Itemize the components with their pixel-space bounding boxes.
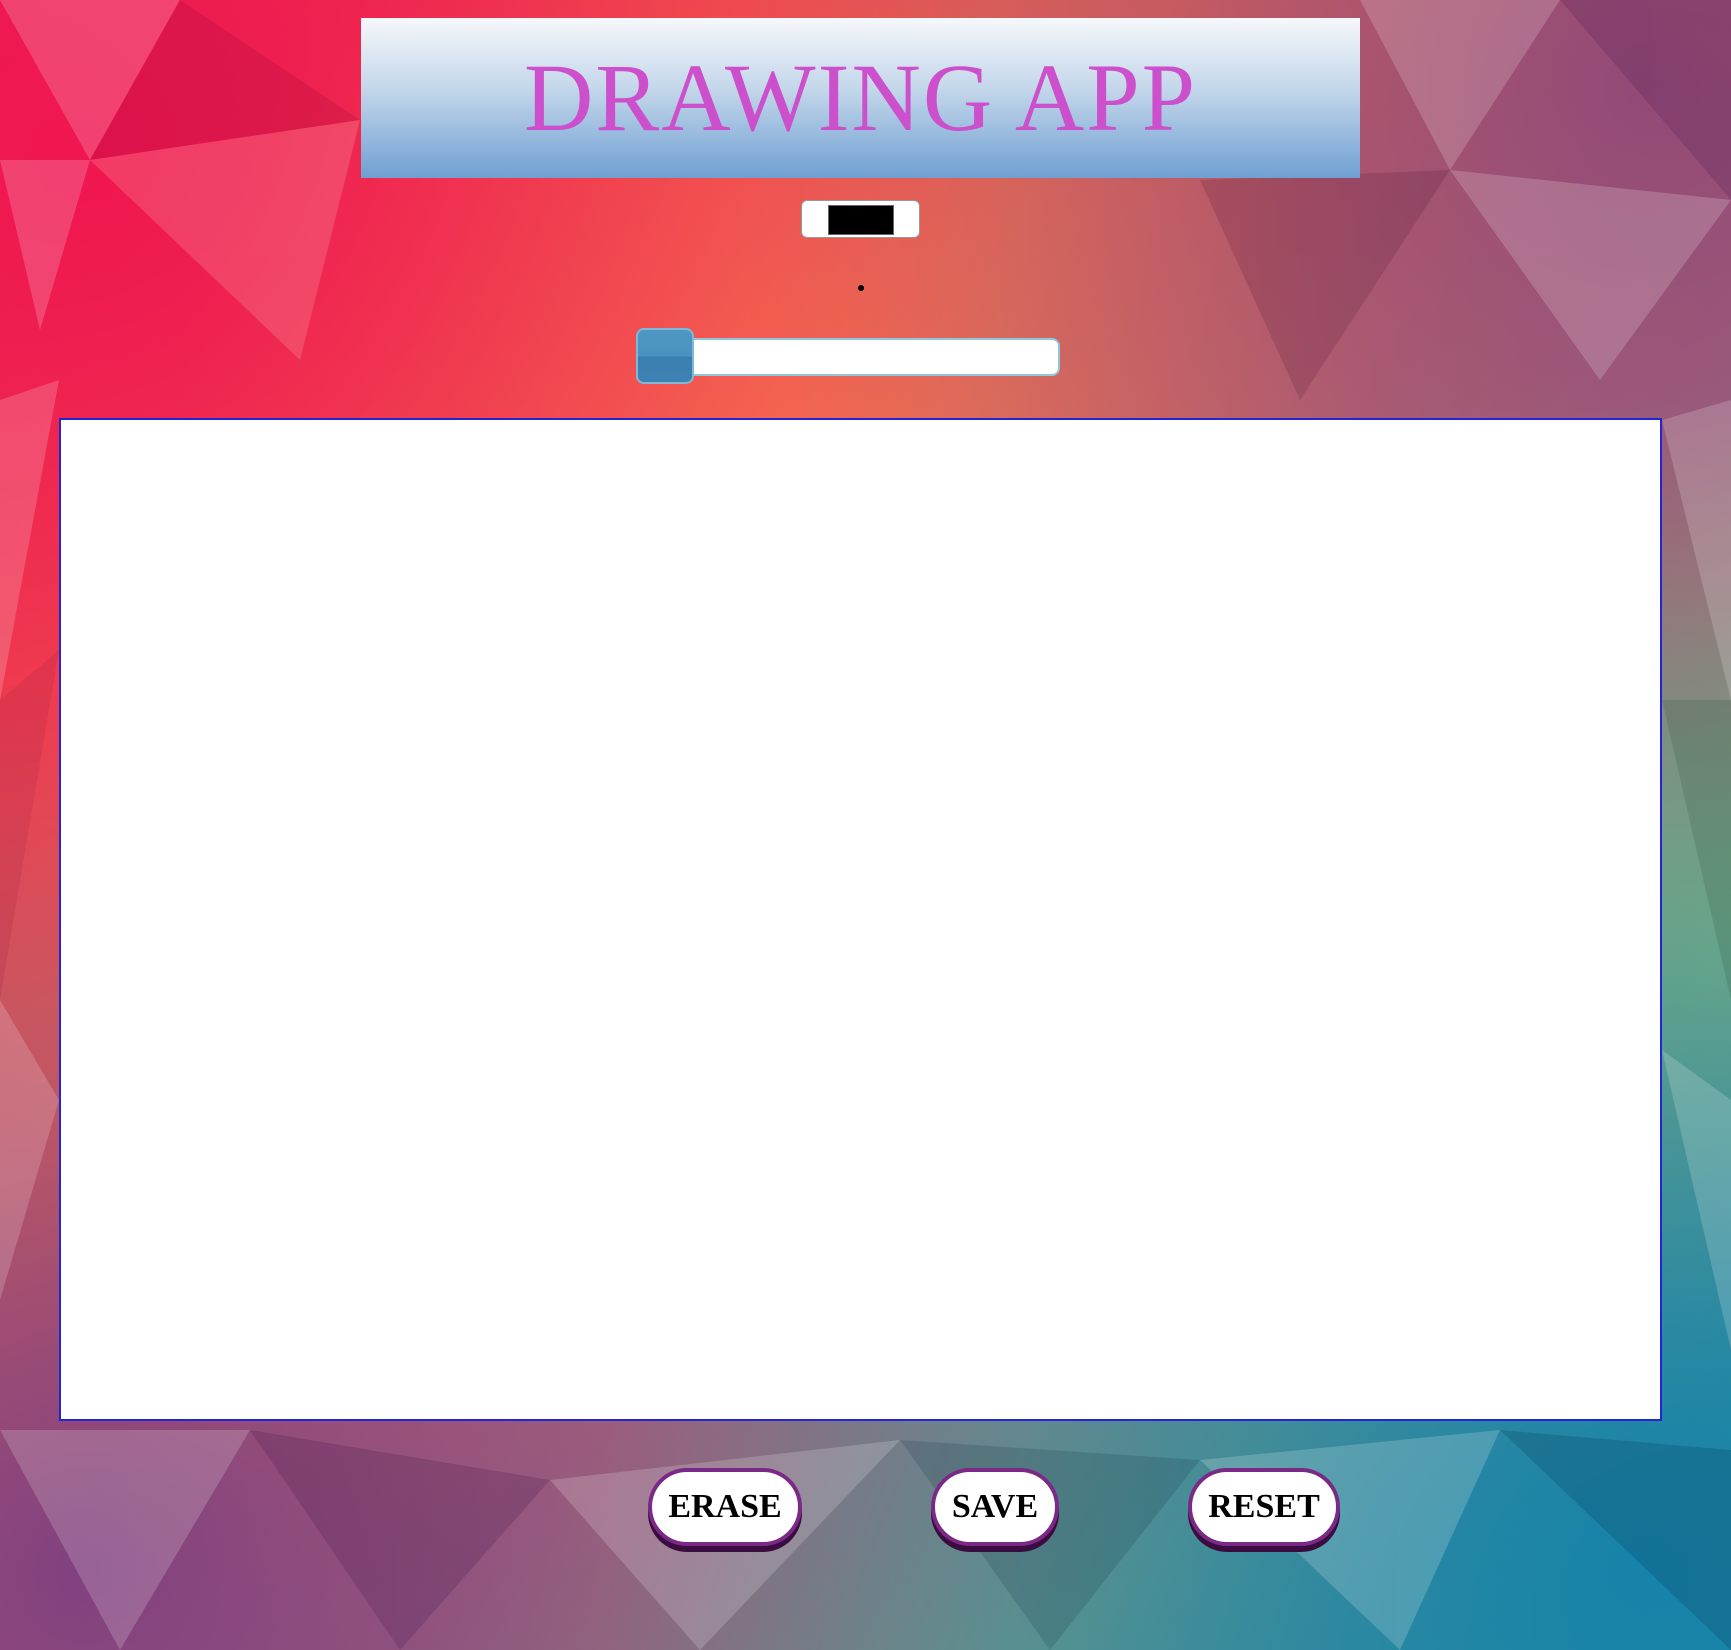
save-button[interactable]: SAVE: [931, 1468, 1059, 1546]
erase-button[interactable]: ERASE: [648, 1468, 802, 1546]
drawing-canvas[interactable]: [59, 418, 1662, 1421]
color-swatch: [828, 205, 894, 235]
app-title: DRAWING APP: [523, 44, 1198, 151]
slider-track[interactable]: [636, 338, 1060, 376]
slider-thumb[interactable]: [636, 328, 694, 384]
app-header: DRAWING APP: [361, 18, 1360, 178]
brush-size-slider[interactable]: [636, 328, 1060, 384]
color-picker[interactable]: [801, 200, 920, 238]
reset-button[interactable]: RESET: [1188, 1468, 1340, 1546]
brush-size-preview: [858, 285, 864, 291]
